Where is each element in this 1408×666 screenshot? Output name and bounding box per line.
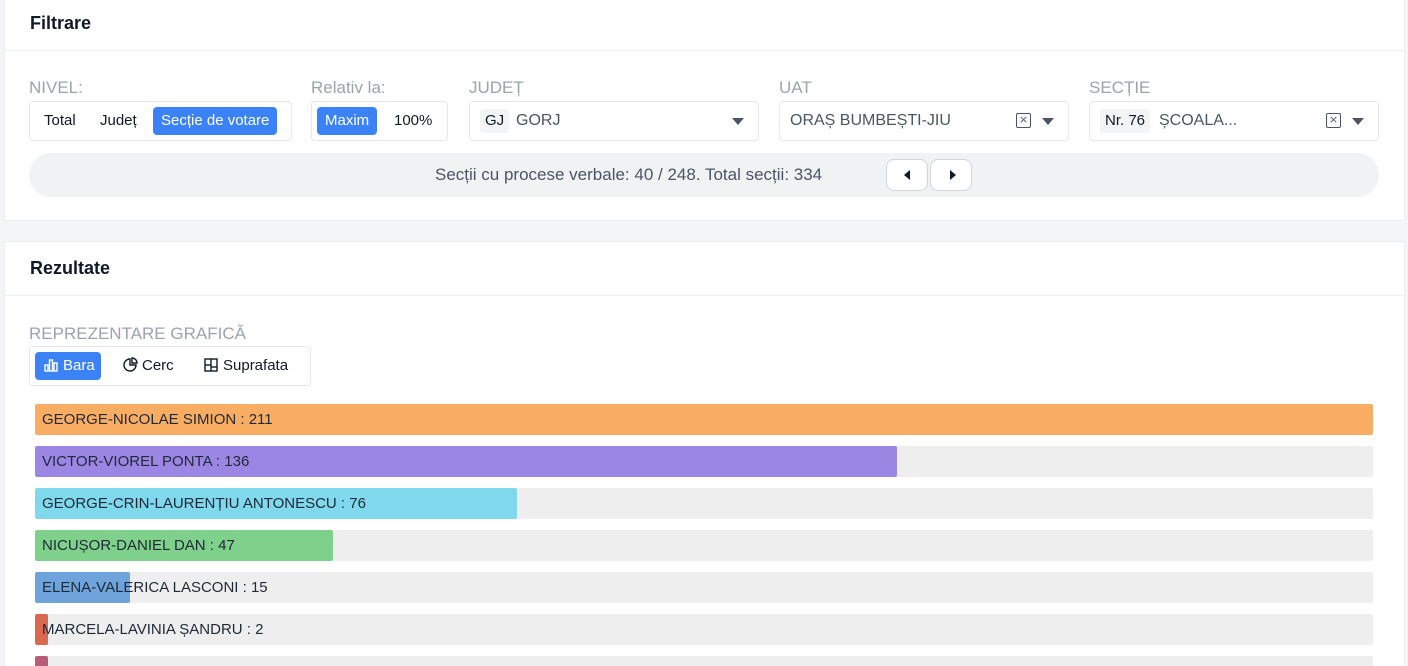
judet-code: GJ xyxy=(480,109,510,133)
judet-value: GORJ xyxy=(516,112,561,129)
relativ-option-100[interactable]: 100% xyxy=(386,107,440,135)
tab-cerc[interactable]: Cerc xyxy=(114,352,180,380)
bar-row: ELENA-VALERICA LASCONI : 15 xyxy=(35,572,1373,603)
nivel-segmented: Total Județ Secție de votare xyxy=(29,101,292,141)
prev-section-button[interactable] xyxy=(886,159,928,191)
chart-type-label: REPREZENTARE GRAFICĂ xyxy=(29,324,246,343)
caret-left-icon xyxy=(904,170,910,180)
sectie-select[interactable]: Nr. 76 ȘCOALA... × xyxy=(1089,101,1379,141)
nivel-label: NIVEL: xyxy=(29,78,83,97)
bar-label: PETRU-DANIEL FUNERIU : 2 xyxy=(42,656,243,666)
tab-cerc-label: Cerc xyxy=(142,357,174,374)
bar-label: GEORGE-NICOLAE SIMION : 211 xyxy=(42,411,273,428)
nivel-option-sectie[interactable]: Secție de votare xyxy=(153,107,278,135)
tab-bara[interactable]: Bara xyxy=(35,352,101,380)
sectie-code: Nr. 76 xyxy=(1100,109,1151,133)
bar-row: VICTOR-VIOREL PONTA : 136 xyxy=(35,446,1373,477)
chevron-down-icon[interactable] xyxy=(1042,118,1054,125)
bar-label: NICUȘOR-DANIEL DAN : 47 xyxy=(42,537,235,554)
treemap-icon xyxy=(204,358,218,372)
next-section-button[interactable] xyxy=(930,159,972,191)
bar-chart-icon xyxy=(44,359,58,372)
bar-label: MARCELA-LAVINIA ȘANDRU : 2 xyxy=(42,621,264,638)
judet-select[interactable]: GJ GORJ xyxy=(469,101,759,141)
uat-value: ORAȘ BUMBEȘTI-JIU xyxy=(790,112,951,129)
uat-select[interactable]: ORAȘ BUMBEȘTI-JIU × xyxy=(779,101,1069,141)
bar-row: GEORGE-CRIN-LAURENȚIU ANTONESCU : 76 xyxy=(35,488,1373,519)
nivel-option-total[interactable]: Total xyxy=(36,107,84,135)
bar-label: VICTOR-VIOREL PONTA : 136 xyxy=(42,453,250,470)
bar-label: ELENA-VALERICA LASCONI : 15 xyxy=(42,579,268,596)
sections-status-text: Secții cu procese verbale: 40 / 248. Tot… xyxy=(435,165,823,184)
tab-suprafata-label: Suprafata xyxy=(223,357,289,374)
bar-label: GEORGE-CRIN-LAURENȚIU ANTONESCU : 76 xyxy=(42,495,366,512)
sectie-label: SECȚIE xyxy=(1089,78,1151,97)
tab-suprafata[interactable]: Suprafata xyxy=(195,352,294,380)
chevron-down-icon[interactable] xyxy=(1352,118,1364,125)
sections-status-bar: Secții cu procese verbale: 40 / 248. Tot… xyxy=(29,153,1379,197)
clear-icon[interactable]: × xyxy=(1016,113,1031,128)
chevron-down-icon[interactable] xyxy=(732,118,744,125)
tab-bara-label: Bara xyxy=(63,357,95,374)
bar-row: GEORGE-NICOLAE SIMION : 211 xyxy=(35,404,1373,435)
uat-label: UAT xyxy=(779,78,812,97)
relativ-label: Relativ la: xyxy=(311,78,386,97)
nivel-option-judet[interactable]: Județ xyxy=(92,107,145,135)
pie-chart-icon xyxy=(123,357,138,372)
clear-icon[interactable]: × xyxy=(1326,113,1341,128)
bar-row: NICUȘOR-DANIEL DAN : 47 xyxy=(35,530,1373,561)
caret-right-icon xyxy=(950,170,956,180)
bar-row: PETRU-DANIEL FUNERIU : 2 xyxy=(35,656,1373,666)
relativ-option-maxim[interactable]: Maxim xyxy=(317,107,378,135)
bar-row: MARCELA-LAVINIA ȘANDRU : 2 xyxy=(35,614,1373,645)
filter-title: Filtrare xyxy=(5,0,1404,51)
chart-type-tabs: Bara Cerc Suprafata xyxy=(29,346,311,386)
judet-label: JUDEȚ xyxy=(469,78,524,97)
relativ-segmented: Maxim 100% xyxy=(311,101,448,141)
sectie-value: ȘCOALA... xyxy=(1159,112,1238,129)
results-title: Rezultate xyxy=(5,242,1404,296)
